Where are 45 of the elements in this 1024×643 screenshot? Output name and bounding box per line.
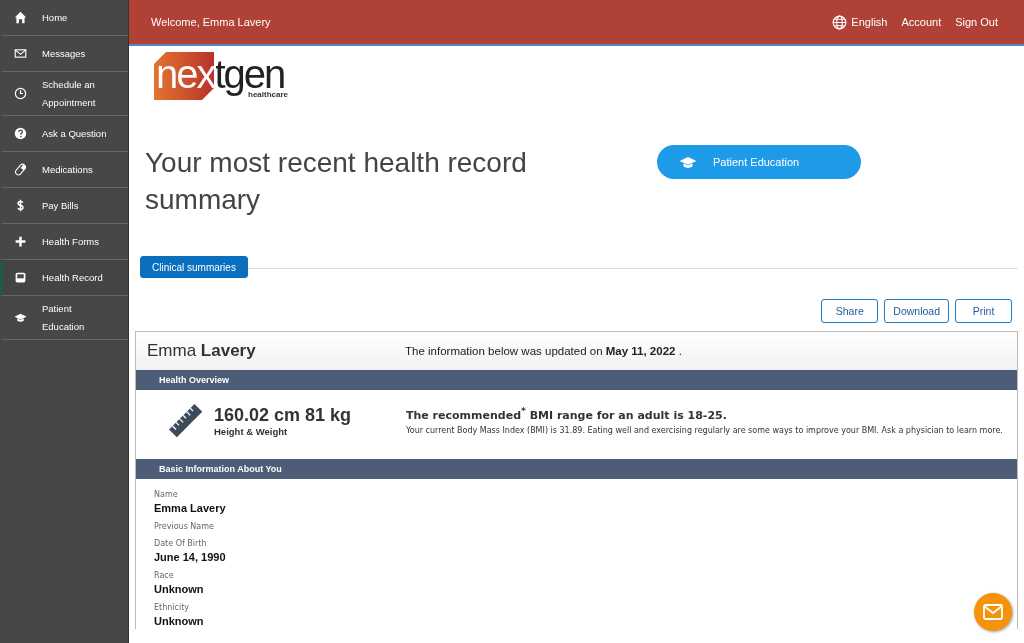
dollar-icon (14, 199, 27, 212)
action-button[interactable]: Share (821, 299, 879, 323)
language-link[interactable]: English (832, 14, 888, 30)
record-icon (14, 271, 27, 284)
sidebar-item[interactable]: Pay Bills (0, 188, 128, 224)
sidebar-item[interactable]: Messages (0, 36, 128, 72)
clock-icon (14, 87, 27, 100)
sidebar-item[interactable]: Schedule an Appointment (0, 72, 128, 116)
patient-name: Emma Lavery (147, 341, 257, 361)
height-weight-label: Height & Weight (214, 426, 289, 437)
field-value: Emma Lavery (154, 501, 227, 516)
globe-icon (832, 14, 848, 30)
action-button[interactable]: Print (955, 299, 1012, 323)
field-value: June 14, 1990 (154, 550, 227, 565)
field-value: Unknown (154, 614, 205, 629)
field-value: Unknown (154, 582, 205, 597)
header-link[interactable]: Account (901, 16, 942, 28)
section-header: Basic Information About You (136, 459, 1017, 479)
action-button[interactable]: Download (884, 299, 949, 323)
bmi-text: Your current Body Mass Index (BMI) is 31.89. Eating well and exercising regularly are some ways to improve your BMI. Ask a physician to learn more. (406, 424, 1004, 437)
pill-icon (14, 163, 27, 176)
sidebar-item[interactable]: Health Record (0, 260, 128, 296)
tab[interactable]: Clinical summaries (140, 256, 248, 278)
field-label: Name (154, 489, 179, 501)
welcome-text: Welcome, Emma Lavery (151, 16, 271, 28)
height-weight-value: 160.02 cm 81 kg (214, 405, 353, 426)
sidebar-item[interactable]: Patient Education (0, 296, 128, 340)
field-label: Date Of Birth (154, 538, 208, 550)
sidebar-item[interactable]: Ask a Question (0, 116, 128, 152)
page-heading: Your most recent health record summary (145, 146, 528, 217)
cap-icon (14, 311, 27, 324)
update-note: The information below was updated on May 11, 2022 . (405, 345, 682, 357)
section-header: Health Overview (136, 370, 1017, 390)
question-icon (14, 127, 27, 140)
sidebar-item[interactable]: Home (0, 0, 128, 36)
field-label: Previous Name (154, 521, 215, 533)
home-icon (14, 11, 27, 24)
bmi-headline: The recommended$^{*}$ BMI range for an adult is 18-25. (406, 405, 728, 422)
field-label: Ethnicity (154, 602, 191, 614)
mail-icon (14, 47, 27, 60)
sidebar-item[interactable]: Medications (0, 152, 128, 188)
message-button[interactable] (974, 593, 1012, 631)
plus-icon (14, 235, 27, 248)
field-label: Race (154, 570, 175, 582)
header-link[interactable]: Sign Out (955, 16, 998, 28)
